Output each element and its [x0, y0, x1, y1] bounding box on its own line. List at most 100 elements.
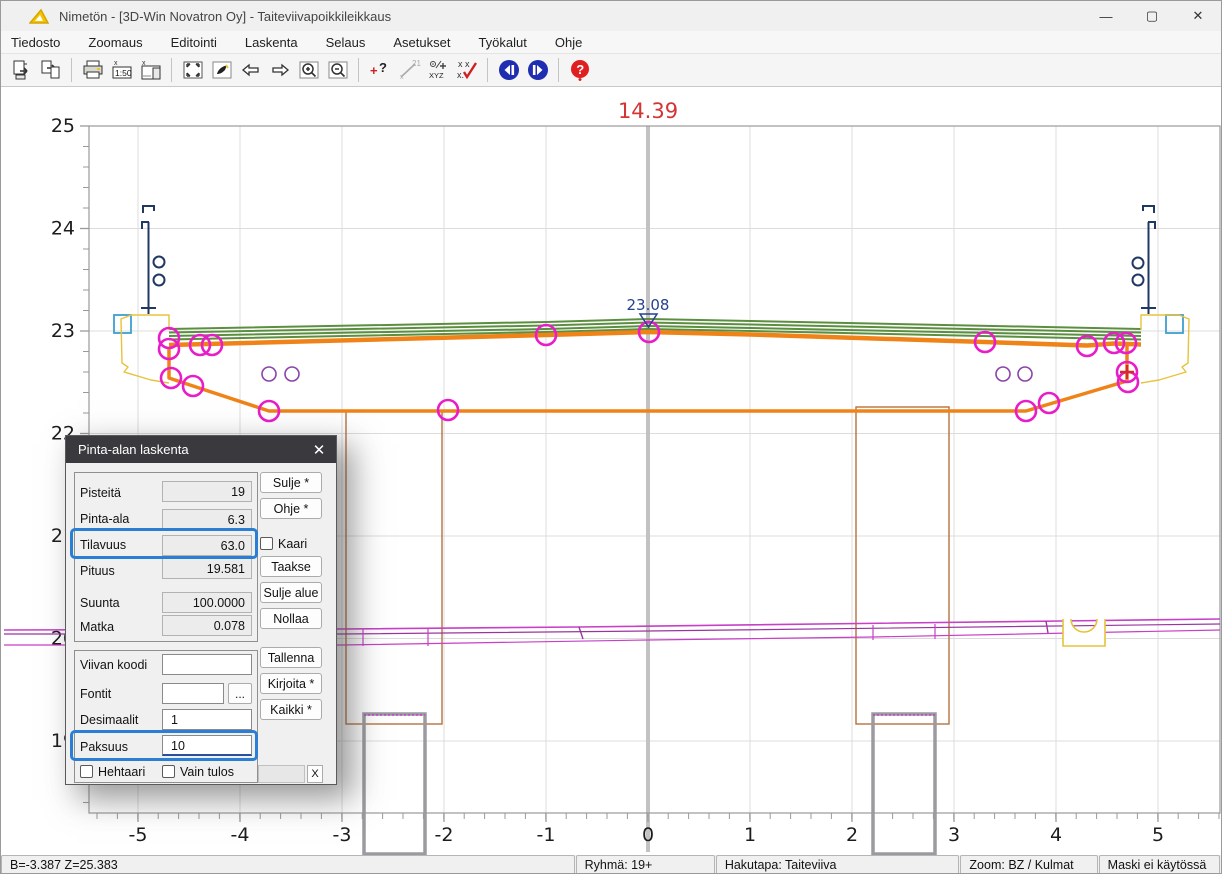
area-calculation-dialog: Pinta-alan laskenta ✕ Pisteitä 19 Pinta-…: [65, 435, 337, 785]
railing-post-circle: [1133, 258, 1144, 269]
vain-tulos-checkbox[interactable]: [162, 765, 175, 778]
curb-left-top: [131, 315, 169, 330]
svg-text:?: ?: [379, 60, 387, 75]
kirjoita-button[interactable]: Kirjoita *: [260, 673, 322, 694]
kaari-checkbox[interactable]: [260, 537, 273, 550]
desimaalit-label: Desimaalit: [80, 713, 138, 727]
taakse-button[interactable]: Taakse: [260, 556, 322, 577]
drawing-canvas[interactable]: -5-4-3-2-10123452524232221201923.0814.39…: [1, 87, 1222, 855]
ditch-channel: [1063, 619, 1105, 646]
matka-field: 0.078: [162, 615, 252, 636]
point-id-icon[interactable]: +?: [366, 57, 393, 84]
pan-icon[interactable]: [208, 57, 235, 84]
menu-item-ohje[interactable]: Ohje: [541, 33, 596, 52]
close-button[interactable]: ✕: [1175, 1, 1221, 31]
maximize-button[interactable]: ▢: [1129, 1, 1175, 31]
x-axis-label: 5: [1152, 824, 1164, 846]
matka-label: Matka: [80, 620, 114, 634]
svg-text:1:50: 1:50: [115, 68, 132, 78]
x-axis-label: 4: [1050, 824, 1062, 846]
suunta-field: 100.0000: [162, 592, 252, 613]
ohje-button[interactable]: Ohje *: [260, 498, 322, 519]
sulje-alue-button[interactable]: Sulje alue: [260, 582, 322, 603]
file-read-icon[interactable]: [8, 57, 35, 84]
dialog-close-icon[interactable]: ✕: [308, 439, 330, 460]
x-axis-label: -3: [333, 824, 352, 846]
minimize-button[interactable]: —: [1083, 1, 1129, 31]
fontit-input[interactable]: [162, 683, 224, 704]
tallenna-button[interactable]: Tallenna: [260, 647, 322, 668]
x-axis-label: -4: [231, 824, 250, 846]
pituus-label: Pituus: [80, 564, 115, 578]
nollaa-button[interactable]: Nollaa: [260, 608, 322, 629]
pituus-field: 19.581: [162, 558, 252, 579]
scale-icon[interactable]: x1:50: [108, 57, 135, 84]
menu-item-asetukset[interactable]: Asetukset: [379, 33, 464, 52]
station-label: 14.39: [618, 99, 678, 123]
approve-icon[interactable]: x xx.: [453, 57, 480, 84]
measure-icon[interactable]: x 21: [395, 57, 422, 84]
x-button[interactable]: X: [307, 765, 323, 783]
sulje-button[interactable]: Sulje *: [260, 472, 322, 493]
menu-item-zoomaus[interactable]: Zoomaus: [74, 33, 156, 52]
dialog-title-bar[interactable]: Pinta-alan laskenta: [66, 436, 336, 463]
menu-item-selaus[interactable]: Selaus: [312, 33, 380, 52]
vain-tulos-label: Vain tulos: [180, 765, 234, 779]
svg-text:XYZ: XYZ: [429, 71, 444, 80]
kaikki-button[interactable]: Kaikki *: [260, 699, 322, 720]
svg-text:x: x: [400, 74, 404, 81]
file-write-icon[interactable]: [37, 57, 64, 84]
view-forward-icon[interactable]: [266, 57, 293, 84]
zoom-out-icon[interactable]: [324, 57, 351, 84]
menu-item-editointi[interactable]: Editointi: [157, 33, 231, 52]
toolbar-separator: [71, 58, 72, 82]
svg-text:x x: x x: [458, 59, 470, 69]
xyz-icon[interactable]: XYZ: [424, 57, 451, 84]
y-axis-label: 24: [51, 218, 75, 240]
svg-text:x.: x.: [457, 70, 464, 80]
reference-point-circle: [996, 367, 1010, 381]
x-axis-label: 2: [846, 824, 858, 846]
pinta-ala-field: 6.3: [162, 509, 252, 530]
reference-point-circle: [262, 367, 276, 381]
suunta-label: Suunta: [80, 596, 120, 610]
zoom-extents-icon[interactable]: [179, 57, 206, 84]
ground-tick-1: [579, 627, 583, 639]
railing-post-circle: [154, 257, 165, 268]
status-mask: Maski ei käytössä: [1099, 855, 1220, 874]
window-title: Nimetön - [3D-Win Novatron Oy] - Taitevi…: [59, 9, 391, 24]
profile-next-icon[interactable]: [524, 57, 551, 84]
profile-prev-icon[interactable]: [495, 57, 522, 84]
reference-point-circle: [285, 367, 299, 381]
menu-item-ty-kalut[interactable]: Työkalut: [464, 33, 540, 52]
hehtaari-checkbox[interactable]: [80, 765, 93, 778]
status-zoom-mode: Zoom: BZ / Kulmat: [960, 855, 1097, 874]
print-icon[interactable]: [79, 57, 106, 84]
zoom-in-icon[interactable]: [295, 57, 322, 84]
title-bar: Nimetön - [3D-Win Novatron Oy] - Taitevi…: [1, 1, 1221, 31]
paksuus-input[interactable]: 10: [162, 735, 252, 756]
menu-item-tiedosto[interactable]: Tiedosto: [0, 33, 74, 52]
fontit-browse-button[interactable]: ...: [228, 683, 252, 704]
y-axis-label: 25: [51, 115, 75, 137]
hehtaari-label: Hehtaari: [98, 765, 145, 779]
view-back-icon[interactable]: [237, 57, 264, 84]
viivan-koodi-label: Viivan koodi: [80, 658, 147, 672]
svg-text:21: 21: [412, 59, 421, 68]
tilavuus-label: Tilavuus: [80, 538, 126, 552]
svg-text:?: ?: [576, 62, 584, 77]
status-group: Ryhmä: 19+: [576, 855, 715, 874]
page-setup-icon[interactable]: x: [137, 57, 164, 84]
fontit-label: Fontit: [80, 687, 111, 701]
desimaalit-input[interactable]: 1: [162, 709, 252, 730]
toolbar-separator: [487, 58, 488, 82]
help-icon[interactable]: ?: [566, 57, 593, 84]
x-axis-label: 1: [744, 824, 756, 846]
tilavuus-field: 63.0: [162, 535, 252, 556]
menu-item-laskenta[interactable]: Laskenta: [231, 33, 312, 52]
result-mini-field: [258, 765, 305, 783]
viivan-koodi-input[interactable]: [162, 654, 252, 675]
menu-bar: TiedostoZoomausEditointiLaskentaSelausAs…: [1, 31, 1221, 54]
pisteita-label: Pisteitä: [80, 486, 121, 500]
kaari-label: Kaari: [278, 537, 307, 551]
